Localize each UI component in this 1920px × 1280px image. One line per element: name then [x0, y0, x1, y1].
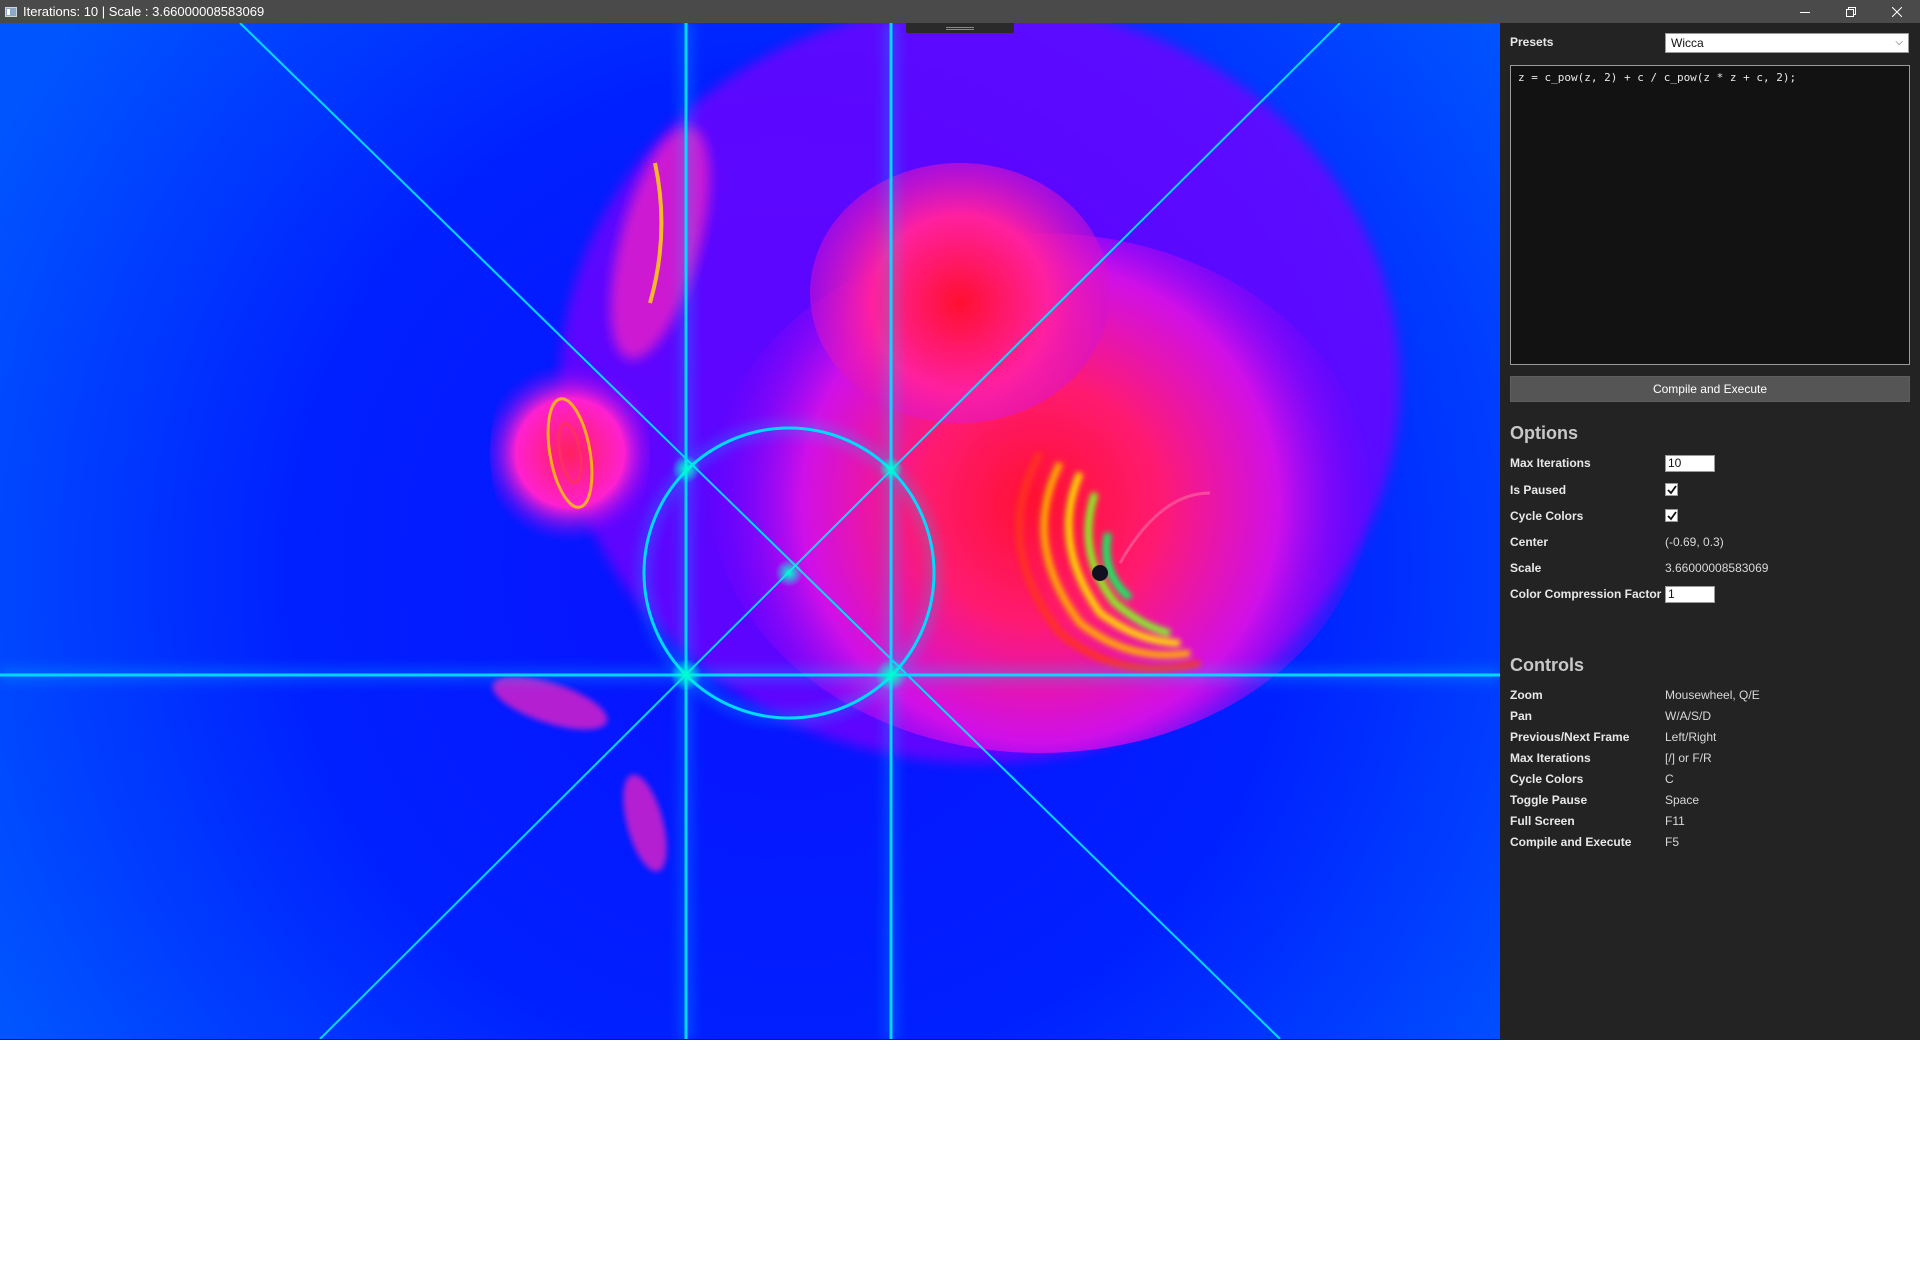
control-keys-value: C [1665, 772, 1674, 786]
minimize-icon [1800, 11, 1810, 13]
side-panel: Presets Wicca ⌵ z = c_pow(z, 2) + c / c_… [1500, 23, 1920, 1039]
control-keys-value: Space [1665, 793, 1700, 807]
title-bar[interactable]: Iterations: 10 | Scale : 3.6600000858306… [0, 0, 1920, 23]
controls-heading: Controls [1510, 655, 1584, 675]
presets-dropdown[interactable]: Wicca ⌵ [1665, 33, 1909, 53]
app-window: Iterations: 10 | Scale : 3.6600000858306… [0, 0, 1920, 1040]
control-keys-value: Left/Right [1665, 730, 1717, 744]
is-paused-checkbox[interactable] [1665, 483, 1678, 496]
fractal-image [0, 23, 1500, 1039]
restore-button[interactable] [1828, 0, 1874, 23]
app-icon [5, 6, 17, 17]
close-icon [1892, 6, 1902, 17]
code-editor[interactable]: z = c_pow(z, 2) + c / c_pow(z * z + c, 2… [1510, 65, 1910, 365]
restore-icon [1846, 6, 1856, 17]
color-compression-input[interactable]: 1 [1665, 586, 1715, 603]
control-keys-value: [/] or F/R [1665, 751, 1712, 765]
window-controls [1782, 0, 1920, 23]
max-iterations-input[interactable]: 10 [1665, 455, 1715, 472]
close-button[interactable] [1874, 0, 1920, 23]
compile-and-execute-button[interactable]: Compile and Execute [1510, 376, 1910, 402]
control-action-label: Zoom [1510, 688, 1543, 702]
cycle-colors-label: Cycle Colors [1510, 509, 1584, 523]
control-keys-value: Mousewheel, Q/E [1665, 688, 1760, 702]
control-keys-value: F11 [1665, 814, 1685, 828]
control-action-label: Full Screen [1510, 814, 1575, 828]
checkmark-icon [1666, 510, 1677, 520]
control-action-label: Compile and Execute [1510, 835, 1632, 849]
control-keys-value: W/A/S/D [1665, 709, 1712, 723]
minimize-button[interactable] [1782, 0, 1828, 23]
presets-selected-value: Wicca [1671, 36, 1704, 50]
control-action-label: Cycle Colors [1510, 772, 1584, 786]
control-action-label: Previous/Next Frame [1510, 730, 1630, 744]
fractal-render-canvas[interactable] [0, 23, 1500, 1039]
checkmark-icon [1666, 484, 1677, 494]
scale-label: Scale [1510, 561, 1542, 575]
presets-label: Presets [1510, 35, 1554, 49]
chevron-down-icon: ⌵ [1895, 37, 1903, 48]
color-compression-label: Color Compression Factor [1510, 587, 1662, 601]
control-action-label: Toggle Pause [1510, 793, 1588, 807]
control-action-label: Pan [1510, 709, 1533, 723]
control-keys-value: F5 [1665, 835, 1680, 849]
center-label: Center [1510, 535, 1549, 549]
center-value: (-0.69, 0.3) [1665, 535, 1724, 549]
options-heading: Options [1510, 423, 1578, 443]
cycle-colors-checkbox[interactable] [1665, 509, 1678, 522]
control-action-label: Max Iterations [1510, 751, 1591, 765]
is-paused-label: Is Paused [1510, 483, 1567, 497]
max-iterations-label: Max Iterations [1510, 456, 1591, 470]
window-title: Iterations: 10 | Scale : 3.6600000858306… [23, 4, 265, 19]
drag-handle[interactable] [906, 23, 1014, 33]
scale-value: 3.66000008583069 [1665, 561, 1769, 575]
